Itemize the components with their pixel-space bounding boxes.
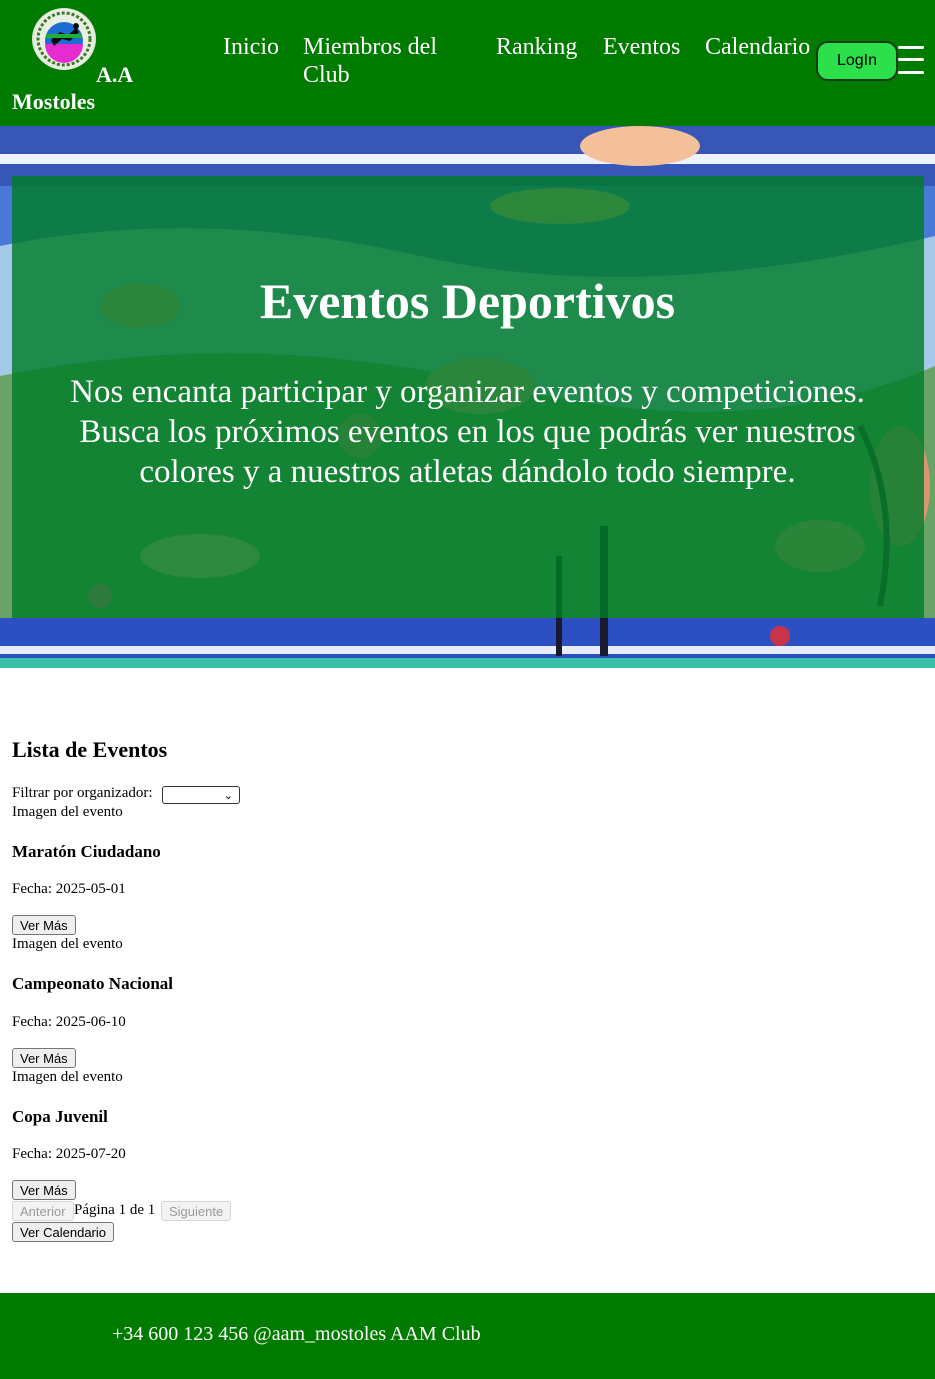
event-image: Imagen del evento bbox=[12, 936, 123, 953]
club-logo[interactable] bbox=[32, 8, 96, 70]
site-header: A.A Mostoles Inicio Miembros del Club Ra… bbox=[0, 0, 935, 126]
event-image: Imagen del evento bbox=[12, 1069, 123, 1086]
menu-icon[interactable] bbox=[898, 44, 924, 76]
event-name: Campeonato Nacional bbox=[12, 974, 174, 993]
page-indicator: Página 1 de 1 bbox=[74, 1202, 156, 1218]
next-page-button[interactable]: Siguiente bbox=[161, 1201, 232, 1221]
hero-description: Nos encanta participar y organizar event… bbox=[70, 374, 865, 490]
footer-contact: +34 600 123 456 @aam_mostoles AAM Club bbox=[112, 1323, 481, 1345]
site-footer: +34 600 123 456 @aam_mostoles AAM Club bbox=[0, 1293, 935, 1379]
event-more-button[interactable]: Ver Más bbox=[12, 915, 76, 935]
nav-ranking[interactable]: Ranking bbox=[496, 33, 577, 61]
hero-banner: Eventos Deportivos Nos encanta participa… bbox=[0, 126, 935, 668]
brand-name-line2: Mostoles bbox=[12, 89, 96, 114]
event-image: Imagen del evento bbox=[12, 804, 123, 821]
events-section-title: Lista de Eventos bbox=[12, 737, 168, 762]
event-name: Maratón Ciudadano bbox=[12, 842, 161, 861]
event-image-alt: Imagen del evento bbox=[12, 804, 123, 820]
event-image-alt: Imagen del evento bbox=[12, 936, 123, 952]
event-date: Fecha: 2025-06-10 bbox=[12, 1014, 126, 1030]
event-date: Fecha: 2025-05-01 bbox=[12, 881, 126, 897]
event-more-button[interactable]: Ver Más bbox=[12, 1180, 76, 1200]
nav-eventos[interactable]: Eventos bbox=[603, 33, 680, 61]
nav-calendario[interactable]: Calendario bbox=[705, 33, 810, 61]
event-image-alt: Imagen del evento bbox=[12, 1069, 123, 1085]
filter-label: Filtrar por organizador: bbox=[12, 785, 153, 801]
organizer-filter-select[interactable]: ⌄ bbox=[162, 786, 240, 804]
event-date: Fecha: 2025-07-20 bbox=[12, 1146, 126, 1162]
prev-page-button[interactable]: Anterior bbox=[12, 1201, 74, 1221]
brand-name-line1: A.A bbox=[96, 62, 134, 87]
nav-inicio[interactable]: Inicio bbox=[223, 33, 279, 61]
view-calendar-button[interactable]: Ver Calendario bbox=[12, 1222, 114, 1242]
event-name: Copa Juvenil bbox=[12, 1107, 108, 1126]
event-more-button[interactable]: Ver Más bbox=[12, 1048, 76, 1068]
nav-miembros[interactable]: Miembros del Club bbox=[303, 33, 483, 89]
login-button[interactable]: LogIn bbox=[816, 41, 898, 81]
hero-title: Eventos Deportivos bbox=[259, 273, 676, 329]
chevron-down-icon: ⌄ bbox=[223, 789, 233, 802]
